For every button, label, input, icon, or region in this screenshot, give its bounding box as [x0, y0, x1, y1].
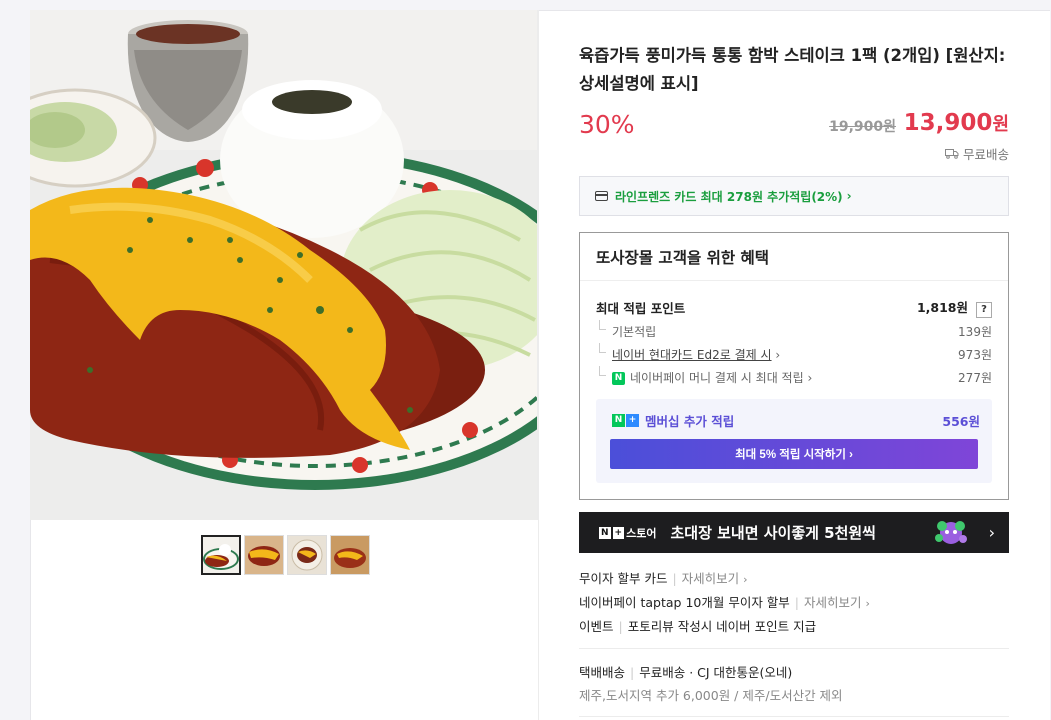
product-main-image[interactable] — [30, 10, 538, 520]
naver-plus-store-logo: N + 스토어 — [599, 526, 657, 540]
max-points-label: 최대 적립 포인트 — [596, 301, 686, 316]
membership-value: 556원 — [942, 414, 980, 429]
membership-label: 멤버십 추가 적립 — [645, 414, 735, 429]
free-shipping-tag: 무료배송 — [944, 144, 1009, 163]
thumbnail-1[interactable] — [201, 535, 241, 575]
delivery-value: 무료배송 · CJ 대한통운(오네) — [639, 665, 793, 680]
section-divider — [579, 716, 1009, 717]
banner-text: 초대장 보내면 사이좋게 5천원씩 — [670, 524, 876, 542]
product-title: 육즙가득 풍미가득 통통 함박 스테이크 1팩 (2개입) [원산지:상세설명에… — [579, 46, 1006, 93]
free-shipping-label: 무료배송 — [962, 147, 1009, 162]
points-row-label: 기본적립 — [596, 320, 656, 340]
sale-price-value: 13,900 — [903, 110, 993, 136]
details-link[interactable]: 자세히보기 › — [804, 595, 870, 610]
points-row-basic: 기본적립 139원 — [596, 320, 992, 340]
thumbnail-3[interactable] — [287, 535, 327, 575]
delivery-note: 제주,도서지역 추가 6,000원 / 제주/도서산간 제외 — [579, 688, 843, 703]
thumbnail-4[interactable] — [330, 535, 370, 575]
event-text: 포토리뷰 작성시 네이버 포인트 지급 — [627, 619, 817, 634]
max-points-value: 1,818원 — [916, 300, 968, 315]
installment-card-row: 무이자 할부 카드 | 자세히보기 › — [579, 571, 748, 586]
points-row-hyundai-card[interactable]: 네이버 현대카드 Ed2로 결제 시 › 973원 — [596, 343, 992, 363]
delivery-label: 택배배송 — [579, 665, 626, 680]
membership-box: N + 멤버십 추가 적립 556원 최대 5% 적립 시작하기 › — [596, 399, 992, 483]
benefit-title: 또사장몰 고객을 위한 혜택 — [580, 233, 1008, 281]
chevron-right-icon: › — [743, 573, 748, 586]
info-label: 네이버페이 taptap 10개월 무이자 할부 — [579, 595, 790, 610]
naver-plus-icon: N + — [612, 414, 639, 427]
chevron-right-icon: › — [988, 523, 995, 542]
chevron-right-icon: › — [865, 597, 870, 610]
truck-icon — [944, 149, 959, 159]
card-benefit-link[interactable]: 라인프렌즈 카드 최대 278원 추가적립(2%) › — [579, 176, 1009, 216]
taptap-installment-row: 네이버페이 taptap 10개월 무이자 할부 | 자세히보기 › — [579, 595, 870, 610]
top-strip — [0, 0, 1051, 10]
details-link[interactable]: 자세히보기 › — [682, 571, 748, 586]
points-row-value: 277원 — [958, 371, 992, 385]
help-icon[interactable]: ? — [976, 302, 992, 318]
membership-row: N + 멤버십 추가 적립 556원 — [612, 411, 980, 430]
sale-price-unit: 원 — [992, 114, 1009, 135]
max-points-row: 최대 적립 포인트 1,818원? — [596, 297, 992, 318]
start-membership-button[interactable]: 최대 5% 적립 시작하기 › — [610, 439, 978, 469]
chevron-right-icon: › — [807, 371, 813, 385]
card-benefit-text: 라인프렌즈 카드 최대 278원 추가적립(2%) — [615, 189, 843, 204]
column-divider — [538, 10, 539, 720]
store-invite-banner[interactable]: N + 스토어 초대장 보내면 사이좋게 5천원씩 › — [579, 512, 1009, 553]
chevron-right-icon: › — [846, 189, 852, 203]
event-row: 이벤트 | 포토리뷰 작성시 네이버 포인트 지급 — [579, 619, 817, 634]
info-label: 이벤트 — [579, 619, 614, 634]
discount-rate: 30% — [579, 110, 635, 139]
delivery-row: 택배배송 | 무료배송 · CJ 대한통운(오네) — [579, 665, 793, 680]
thumbnail-2[interactable] — [244, 535, 284, 575]
npay-icon: N — [612, 372, 625, 385]
points-row-label[interactable]: 네이버 현대카드 Ed2로 결제 시 — [612, 348, 772, 362]
points-row-label: 네이버페이 머니 결제 시 최대 적립 — [630, 371, 804, 385]
mascot-icon — [934, 520, 967, 544]
benefit-box: 또사장몰 고객을 위한 혜택 최대 적립 포인트 1,818원? 기본적립 13… — [579, 232, 1009, 500]
points-row-value: 139원 — [958, 325, 992, 339]
hamburg-steak-illustration — [30, 10, 537, 520]
chevron-right-icon: › — [775, 348, 781, 362]
info-label: 무이자 할부 카드 — [579, 571, 668, 586]
original-price: 19,900원 — [829, 119, 896, 135]
section-divider — [579, 648, 1009, 649]
thumbnail-strip — [201, 535, 370, 575]
sale-price: 13,900원 — [904, 110, 1009, 136]
points-row-value: 973원 — [958, 348, 992, 362]
points-row-npay-money[interactable]: N 네이버페이 머니 결제 시 최대 적립 › 277원 — [596, 366, 992, 386]
card-icon — [595, 191, 608, 201]
